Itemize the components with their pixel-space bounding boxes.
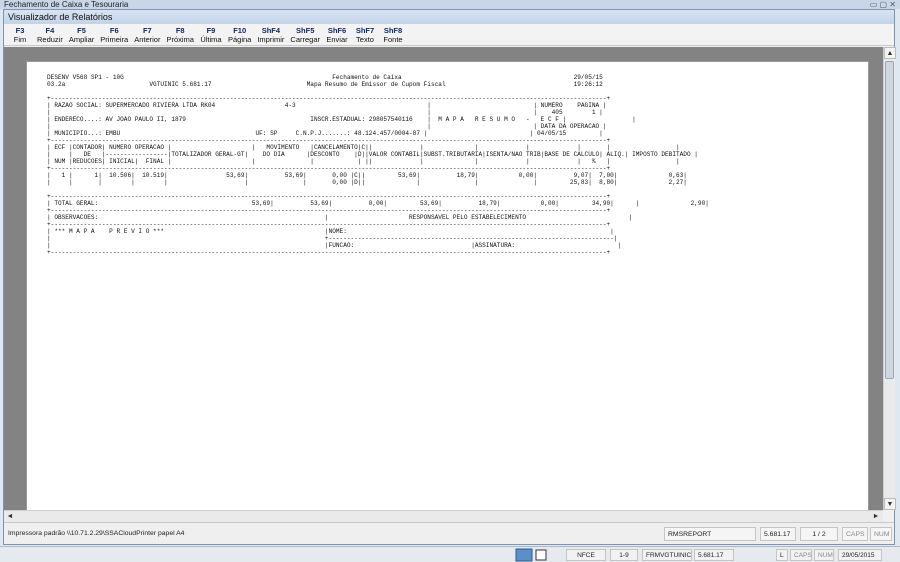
bottom-status-bar: NFCE 1-9 FRMVGTUINIC 5.681.17 L CAPS NUM… — [0, 546, 900, 562]
toolbar-key: F3 — [15, 25, 25, 35]
toolbar-label: Enviar — [326, 34, 348, 44]
report-line: | ECF |CONTADOR| NUMERO OPERACAO | | MOV… — [47, 144, 680, 151]
report-line: +---------------------------------------… — [47, 249, 611, 256]
toolbar-label: Anterior — [134, 34, 161, 44]
report-line: +---------------------------------------… — [47, 165, 611, 172]
toolbar-button-ampliar[interactable]: F5 Ampliar — [66, 24, 97, 45]
toolbar-button-texto[interactable]: ShF7 Texto — [351, 24, 379, 45]
report-line: | 1 | 1| 10.506| 10.519| 53,69| 53,69| 0… — [47, 172, 687, 179]
outer-window-title-text: Fechamento de Caixa e Tesouraria — [4, 0, 129, 9]
toolbar-label: Carregar — [290, 34, 321, 44]
report-line: +---------------------------------------… — [47, 95, 611, 102]
report-line: | +-------------------------------------… — [47, 235, 618, 242]
scroll-thumb[interactable] — [885, 61, 894, 379]
report-line: | TOTAL GERAL: 53,69| 53,69| 0,00| 53,69… — [47, 200, 709, 207]
toolbar-key: F7 — [142, 25, 152, 35]
scroll-down-icon[interactable]: ▼ — [884, 498, 896, 510]
scroll-right-icon[interactable]: ► — [870, 511, 882, 522]
scroll-left-icon[interactable]: ◄ — [4, 511, 16, 522]
toolbar-label: Página — [227, 34, 252, 44]
toolbar-key: F9 — [206, 25, 216, 35]
outer-window-title: Fechamento de Caixa e Tesouraria ▭ ▢ ✕ — [0, 0, 900, 9]
toolbar-label: Primeira — [100, 34, 129, 44]
report-viewport[interactable]: DESENV V568 SP1 - 10G Fechamento de Caix… — [4, 47, 883, 510]
report-line: 03.2a VGTUINIC 5.681.17 Mapa Resumo de E… — [47, 81, 603, 88]
toolbar-key: ShF8 — [383, 25, 403, 35]
toolbar-button-carregar[interactable]: ShF5 Carregar — [287, 24, 323, 45]
report-viewer-dialog: Visualizador de Relatórios F3 Fim F4 Reduzi… — [3, 9, 896, 545]
program-indicator: FRMVGTUINIC — [642, 549, 692, 561]
report-line: | *** M A P A P R E V I O *** |NOME: | — [47, 228, 614, 235]
report-line: +---------------------------------------… — [47, 193, 611, 200]
report-line — [47, 186, 709, 193]
report-page: DESENV V568 SP1 - 10G Fechamento de Caix… — [26, 61, 869, 510]
toolbar-label: Próxima — [166, 34, 194, 44]
toolbar-button--ltima[interactable]: F9 Última — [197, 24, 225, 45]
toolbar-key: ShF7 — [355, 25, 375, 35]
toolbar-button-reduzir[interactable]: F4 Reduzir — [34, 24, 66, 45]
report-line: | |FUNCAO: |ASSINATURA: | — [47, 242, 622, 249]
toolbar-key: F4 — [45, 25, 55, 35]
caps-indicator: CAPS — [790, 549, 812, 561]
dialog-title: Visualizador de Relatórios — [4, 10, 894, 24]
printer-status: Impressora padrão \\10.71.2.29\SSACloudP… — [8, 530, 185, 537]
toolbar-button-pr-xima[interactable]: F8 Próxima — [163, 24, 197, 45]
status-bar: Impressora padrão \\10.71.2.29\SSACloudP… — [4, 522, 894, 544]
toolbar-label: Fim — [13, 34, 27, 44]
l-indicator: L — [776, 549, 788, 561]
toolbar-key: ShF5 — [296, 25, 315, 35]
toolbar-key: F10 — [233, 25, 247, 35]
page-indicator: 1 / 2 — [800, 527, 838, 541]
report-line: | MUNICIPIO...: EMBU UF: SP C.N.P.J.....… — [47, 130, 603, 137]
toolbar-button-p-gina[interactable]: F10 Página — [225, 24, 254, 45]
toolbar-button-fonte[interactable]: ShF8 Fonte — [379, 24, 407, 45]
mode-indicator: NFCE — [566, 549, 606, 561]
vertical-scrollbar[interactable]: ▲ ▼ — [883, 47, 896, 510]
report-line: | | | | | | | 0,00 |D|| | | | 25,83| 8,8… — [47, 179, 687, 186]
report-line — [47, 88, 709, 95]
toolbar-key: F6 — [109, 25, 119, 35]
window-controls[interactable]: ▭ ▢ ✕ — [870, 0, 896, 9]
toolbar-button-anterior[interactable]: F7 Anterior — [131, 24, 163, 45]
version-indicator: 5.681.17 — [694, 549, 734, 561]
report-line: | | | DATA DA OPERACAO | — [47, 123, 607, 130]
toolbar-key: F8 — [175, 25, 185, 35]
toolbar-key: ShF4 — [261, 25, 281, 35]
tray-icons — [515, 548, 547, 562]
report-line: | ENDERECO....: AV JOAO PAULO II, 1879 I… — [47, 116, 636, 123]
caps-indicator: CAPS — [842, 527, 868, 541]
toolbar-label: Imprimir — [257, 34, 285, 44]
position-indicator: 1-9 — [610, 549, 638, 561]
toolbar-button-imprimir[interactable]: ShF4 Imprimir — [254, 24, 287, 45]
toolbar-label: Reduzir — [37, 34, 63, 44]
scroll-up-icon[interactable]: ▲ — [884, 47, 896, 59]
toolbar-label: Última — [200, 34, 222, 44]
toolbar-label: Fonte — [383, 34, 403, 44]
report-name: RMSREPORT — [664, 527, 756, 541]
num-indicator: NUM — [814, 549, 834, 561]
report-line: DESENV V568 SP1 - 10G Fechamento de Caix… — [47, 74, 603, 81]
toolbar-button-fim[interactable]: F3 Fim — [6, 24, 34, 45]
report-line: | | | 405 1 | — [47, 109, 603, 116]
toolbar-key: ShF6 — [327, 25, 347, 35]
report-version: 5.681.17 — [760, 527, 796, 541]
report-line: | NUM |REDUCOES| INICIAL| FINAL | | | | … — [47, 158, 680, 165]
report-line: | | DE |-----------------|TOTALIZADOR GE… — [47, 151, 698, 158]
report-line: | RAZAO SOCIAL: SUPERMERCADO RIVIERA LTD… — [47, 102, 607, 109]
report-line: +---------------------------------------… — [47, 221, 611, 228]
report-line: | OBSERVACOES: | RESPONSAVEL PELO ESTABE… — [47, 214, 633, 221]
report-body: DESENV V568 SP1 - 10G Fechamento de Caix… — [47, 74, 709, 256]
toolbar: F3 Fim F4 Reduzir F5 Ampliar F6 Primeira F7 Anter… — [4, 24, 894, 46]
report-line: +---------------------------------------… — [47, 207, 611, 214]
horizontal-scrollbar[interactable]: ◄ ► — [4, 510, 883, 522]
date-indicator: 29/05/2015 — [838, 549, 882, 561]
toolbar-label: Texto — [356, 34, 374, 44]
toolbar-key: F5 — [77, 25, 86, 35]
toolbar-label: Ampliar — [68, 34, 95, 44]
toolbar-button-enviar[interactable]: ShF6 Enviar — [323, 24, 351, 45]
toolbar-button-primeira[interactable]: F6 Primeira — [97, 24, 131, 45]
report-line: +---------------------------------------… — [47, 137, 611, 144]
num-indicator: NUM — [870, 527, 892, 541]
